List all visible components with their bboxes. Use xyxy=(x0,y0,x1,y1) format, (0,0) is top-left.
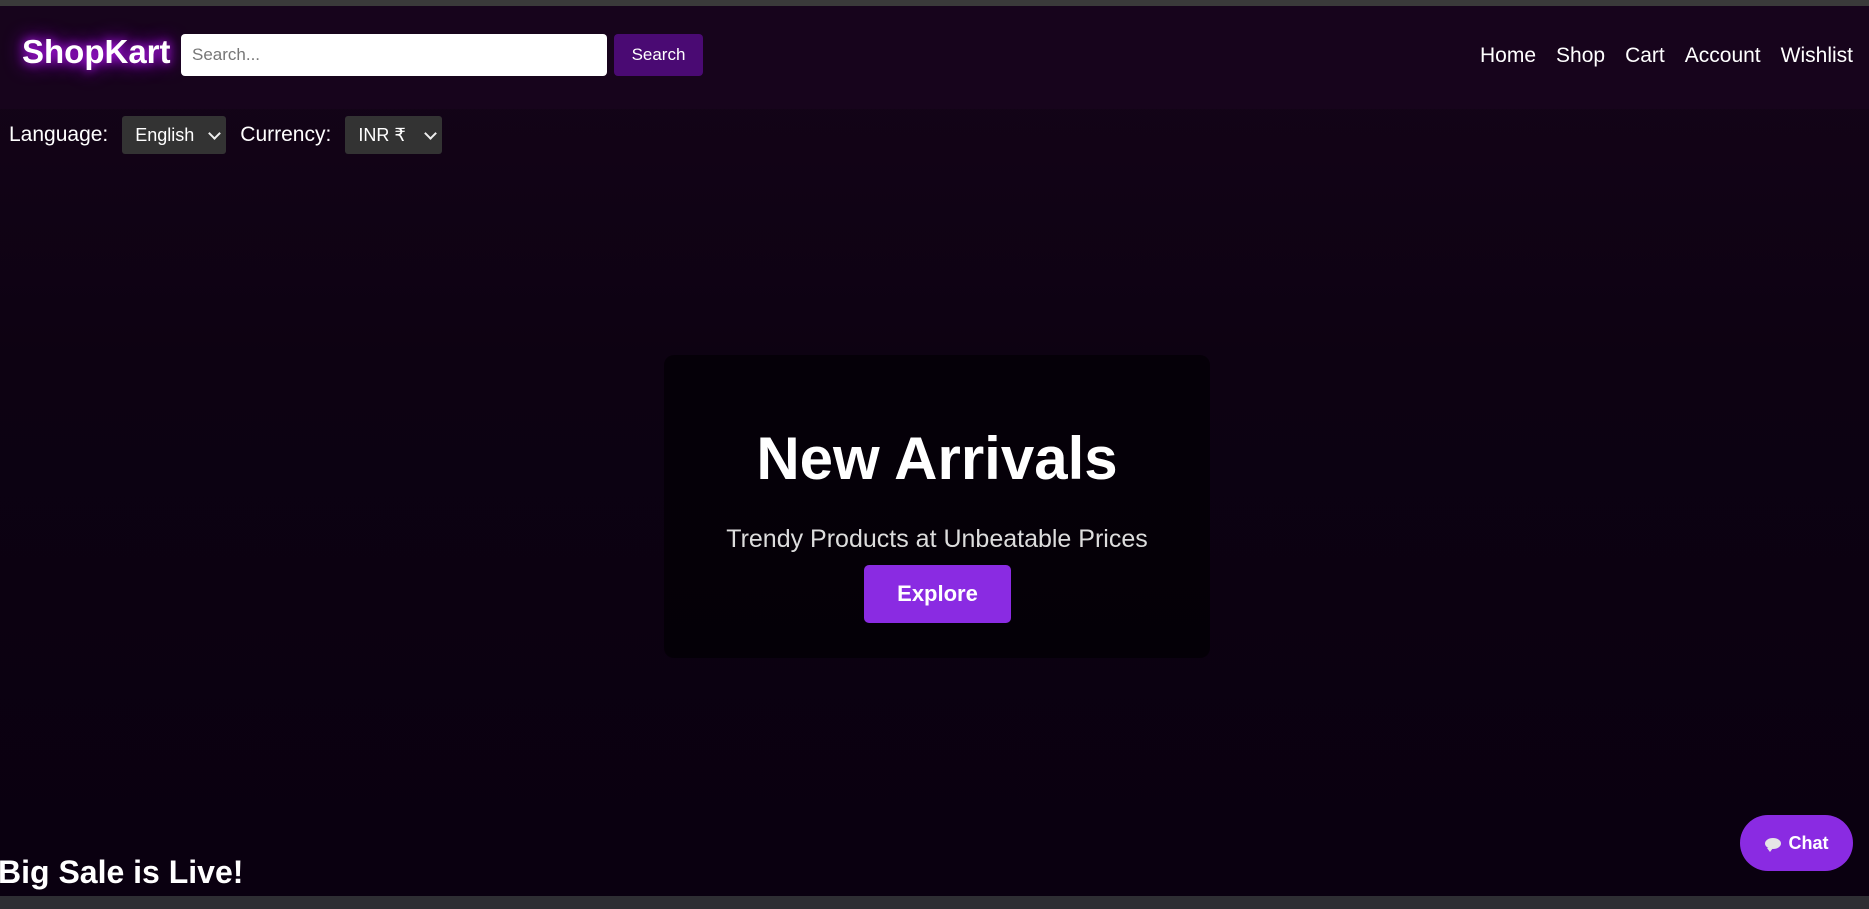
chevron-down-icon xyxy=(208,127,222,140)
currency-value: INR ₹ xyxy=(358,124,406,145)
language-value: English xyxy=(135,124,195,145)
nav-shop[interactable]: Shop xyxy=(1556,44,1605,68)
window-bottom-edge xyxy=(0,896,1869,909)
nav-home[interactable]: Home xyxy=(1480,44,1536,68)
language-select[interactable]: English xyxy=(122,116,227,154)
explore-button[interactable]: Explore xyxy=(864,565,1011,623)
currency-select[interactable]: INR ₹ xyxy=(345,116,443,154)
chat-label: Chat xyxy=(1788,832,1829,853)
locale-settings: Language: English Currency: INR ₹ xyxy=(9,116,443,154)
hero-title: New Arrivals xyxy=(756,425,1118,492)
sale-ticker: Big Sale is Live! xyxy=(0,854,244,890)
page: ShopKart Search Home Shop Cart Account W… xyxy=(0,6,1869,896)
chat-button[interactable]: Chat xyxy=(1740,815,1853,871)
logo[interactable]: ShopKart xyxy=(22,33,171,71)
chevron-down-icon xyxy=(424,127,438,140)
chat-bubble-icon xyxy=(1764,837,1781,852)
main-nav: Home Shop Cart Account Wishlist xyxy=(1480,44,1853,68)
nav-wishlist[interactable]: Wishlist xyxy=(1781,44,1853,68)
nav-account[interactable]: Account xyxy=(1685,44,1761,68)
nav-cart[interactable]: Cart xyxy=(1625,44,1665,68)
hero-subtitle: Trendy Products at Unbeatable Prices xyxy=(726,525,1148,553)
language-label: Language: xyxy=(9,123,109,146)
hero-banner: New Arrivals Trendy Products at Unbeatab… xyxy=(664,355,1210,658)
site-header: ShopKart Search Home Shop Cart Account W… xyxy=(0,6,1869,109)
search-button[interactable]: Search xyxy=(614,34,703,76)
currency-label: Currency: xyxy=(240,123,332,146)
search-input[interactable] xyxy=(181,34,607,76)
